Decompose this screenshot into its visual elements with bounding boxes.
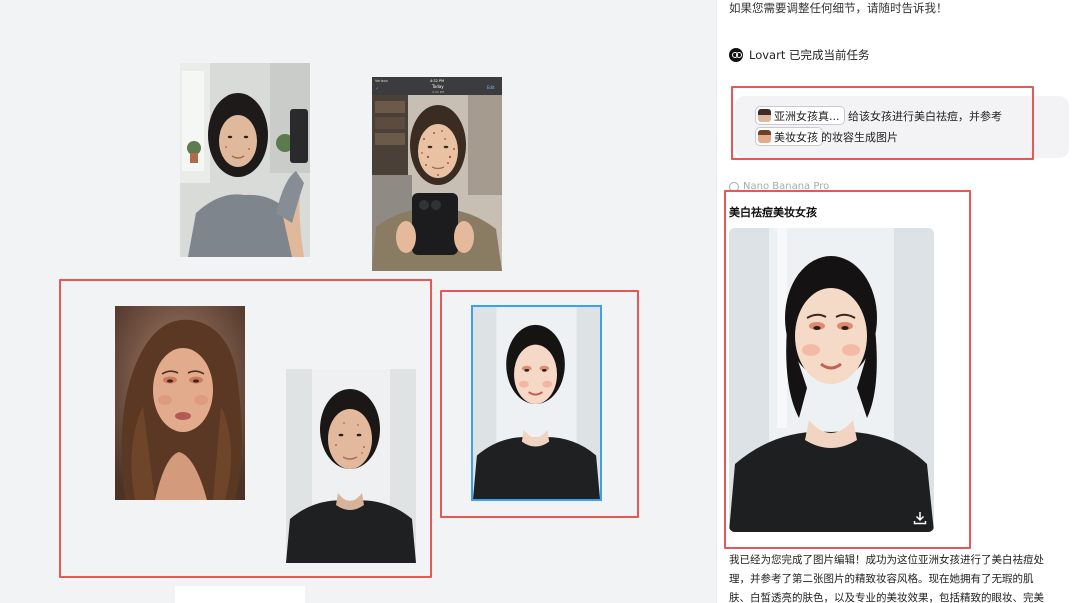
download-icon[interactable]	[912, 510, 928, 526]
phone-carrier: Verizon	[375, 79, 388, 83]
svg-text:‹: ‹	[376, 86, 378, 92]
chip-thumbnail	[758, 109, 771, 122]
canvas-image-makeup-woman[interactable]	[115, 306, 245, 500]
reference-chip-asian-girl[interactable]: 亚洲女孩真...	[755, 106, 845, 125]
design-canvas[interactable]: Verizon 4:32 PM Today 4:32 PM Edit ‹	[0, 0, 716, 603]
result-description: 我已经为您完成了图片编辑！成功为这位亚洲女孩进行了美白祛痘处 理，并参考了第二张…	[729, 551, 1069, 603]
canvas-image-result-selected[interactable]	[471, 305, 602, 501]
lovart-logo-icon	[729, 48, 743, 62]
task-status-text: Lovart 已完成当前任务	[749, 48, 870, 62]
phone-time: 4:32 PM	[430, 79, 444, 83]
canvas-bottom-card[interactable]	[175, 586, 305, 603]
canvas-image-selfie-asian-girl[interactable]	[180, 63, 310, 257]
description-line-3: 肤、白皙透亮的肤色，以及专业的美妆效果，包括精致的眼妆、完美	[729, 592, 1044, 603]
phone-subtime: 4:32 PM	[432, 90, 444, 94]
reference-chip-makeup-girl[interactable]: 美妆女孩	[755, 127, 823, 146]
chip-label: 亚洲女孩真...	[774, 109, 840, 123]
result-image[interactable]	[729, 228, 934, 532]
description-line-1: 我已经为您完成了图片编辑！成功为这位亚洲女孩进行了美白祛痘处	[729, 554, 1044, 566]
prompt-text-2: 的妆容生成图片	[821, 131, 898, 144]
phone-edit: Edit	[487, 85, 495, 90]
description-line-2: 理，并参考了第二张图片的精致妆容风格。现在她拥有了无瑕的肌	[729, 573, 1034, 585]
phone-date: Today	[431, 84, 444, 89]
chip-thumbnail	[758, 130, 771, 143]
task-status-row: Lovart 已完成当前任务	[729, 47, 870, 63]
assistant-intro-text: 如果您需要调整任何细节，请随时告诉我！	[729, 1, 948, 15]
canvas-image-asian-girl-sweater[interactable]	[286, 369, 416, 563]
prompt-text-1: 给该女孩进行美白祛痘，并参考	[848, 110, 1002, 123]
canvas-image-mirror-selfie-acne[interactable]: Verizon 4:32 PM Today 4:32 PM Edit ‹	[372, 77, 502, 271]
chat-panel: 如果您需要调整任何细节，请随时告诉我！ Lovart 已完成当前任务 亚洲女孩真…	[716, 0, 1080, 603]
chip-label: 美妆女孩	[774, 130, 818, 144]
result-title: 美白祛痘美妆女孩	[729, 206, 817, 219]
